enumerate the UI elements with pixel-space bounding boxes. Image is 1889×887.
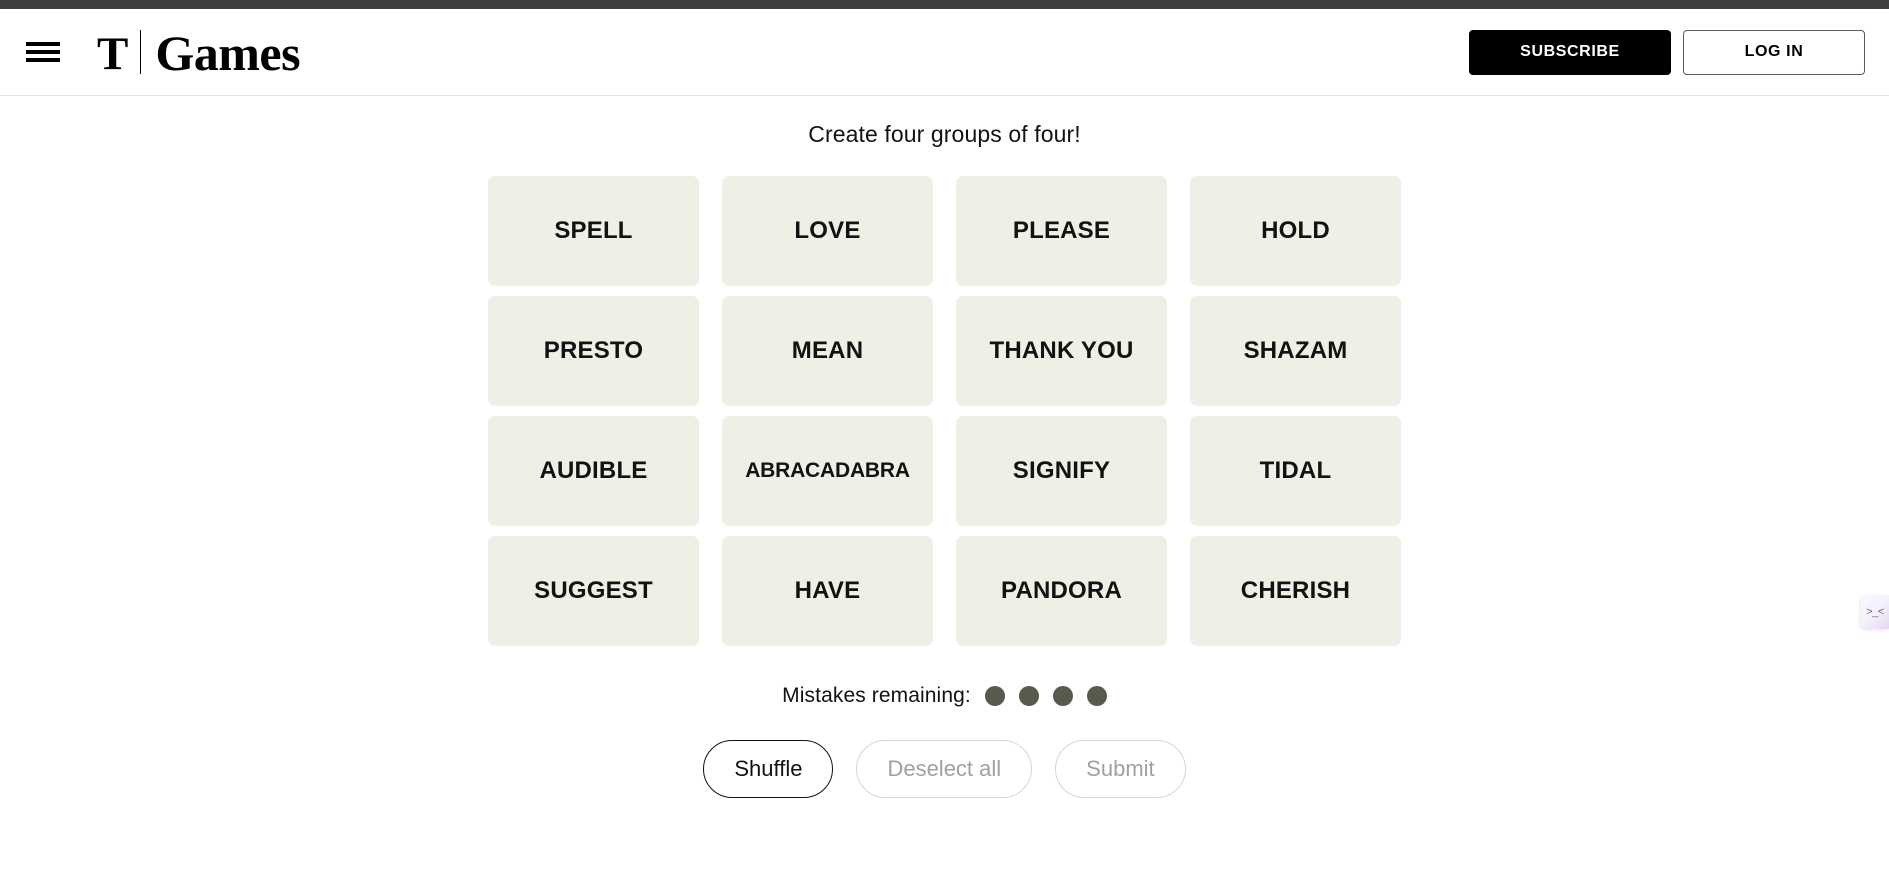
tile[interactable]: AUDIBLE [488, 416, 699, 526]
shuffle-button[interactable]: Shuffle [703, 740, 834, 798]
tile[interactable]: SPELL [488, 176, 699, 286]
hamburger-bar [26, 58, 60, 62]
tile[interactable]: SIGNIFY [956, 416, 1167, 526]
game-controls: Shuffle Deselect all Submit [703, 740, 1186, 798]
hamburger-bar [26, 50, 60, 54]
game-inner: Create four groups of four! SPELL LOVE P… [475, 96, 1415, 798]
feedback-widget-icon[interactable]: >_< [1861, 595, 1889, 629]
tile[interactable]: PLEASE [956, 176, 1167, 286]
deselect-all-button[interactable]: Deselect all [856, 740, 1033, 798]
tile[interactable]: CHERISH [1190, 536, 1401, 646]
header-actions: SUBSCRIBE LOG IN [1469, 29, 1865, 75]
tile[interactable]: SUGGEST [488, 536, 699, 646]
tile[interactable]: PANDORA [956, 536, 1167, 646]
tile[interactable]: PRESTO [488, 296, 699, 406]
hamburger-menu-icon[interactable] [26, 39, 60, 65]
nyt-games-logo[interactable]: T Games [97, 23, 301, 81]
hamburger-bar [26, 42, 60, 46]
subscribe-button[interactable]: SUBSCRIBE [1469, 29, 1671, 75]
mistake-dots [984, 686, 1107, 706]
mistake-dot [984, 686, 1005, 706]
mistakes-label: Mistakes remaining: [782, 684, 971, 707]
top-accent-strip [0, 0, 1889, 9]
tile[interactable]: THANK YOU [956, 296, 1167, 406]
tile[interactable]: LOVE [722, 176, 933, 286]
tile[interactable]: MEAN [722, 296, 933, 406]
tile[interactable]: SHAZAM [1190, 296, 1401, 406]
tile[interactable]: ABRACADABRA [722, 416, 933, 526]
connections-tile-grid: SPELL LOVE PLEASE HOLD PRESTO MEAN THANK… [488, 176, 1401, 646]
mistake-dot [1086, 686, 1107, 706]
mistake-dot [1052, 686, 1073, 706]
mistake-dot [1018, 686, 1039, 706]
tile[interactable]: HAVE [722, 536, 933, 646]
nyt-t-logo-icon: T [97, 27, 128, 80]
site-header: T Games SUBSCRIBE LOG IN [0, 9, 1889, 96]
games-wordmark: Games [155, 25, 301, 81]
tile[interactable]: TIDAL [1190, 416, 1401, 526]
login-button[interactable]: LOG IN [1683, 29, 1865, 75]
game-instructions: Create four groups of four! [808, 121, 1081, 147]
connections-game: Create four groups of four! SPELL LOVE P… [0, 96, 1889, 887]
mistakes-remaining-row: Mistakes remaining: [782, 684, 1107, 708]
submit-button[interactable]: Submit [1055, 740, 1186, 798]
tile[interactable]: HOLD [1190, 176, 1401, 286]
logo-divider [140, 30, 142, 74]
